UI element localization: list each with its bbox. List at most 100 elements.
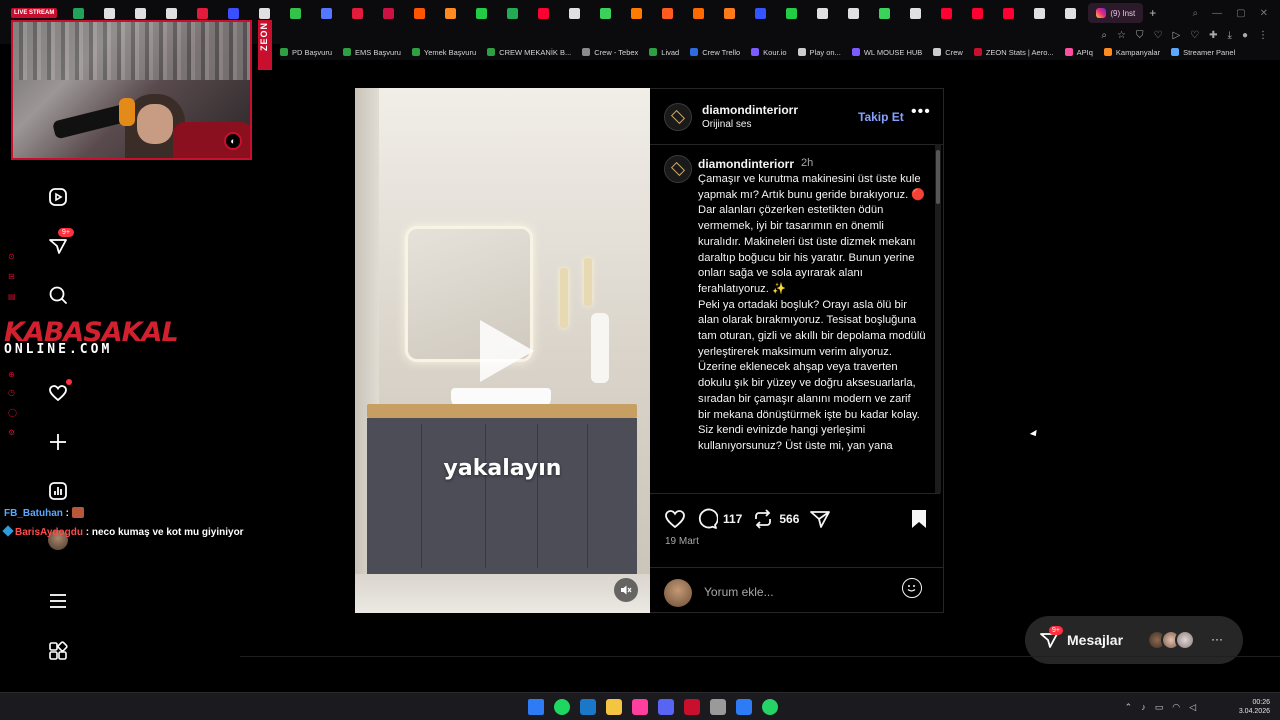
tab-favicon[interactable]: [259, 7, 271, 19]
scrollbar-thumb[interactable]: [936, 150, 940, 204]
bookmark-item[interactable]: Yemek Başvuru: [411, 48, 476, 57]
bookmark-item[interactable]: Crew: [933, 48, 963, 57]
tab-favicon[interactable]: [73, 7, 85, 19]
taskbar-app-icon[interactable]: [736, 699, 752, 715]
wifi-icon[interactable]: ◠: [1172, 702, 1180, 713]
tab-favicon[interactable]: [1003, 7, 1015, 19]
notifications-heart-icon[interactable]: [46, 379, 72, 405]
heart-icon[interactable]: ♡: [1154, 30, 1163, 41]
bookmark-item[interactable]: Kampanyalar: [1103, 48, 1160, 57]
emoji-icon[interactable]: [902, 578, 922, 598]
more-options-icon[interactable]: •••: [911, 103, 931, 121]
taskbar-app-icon[interactable]: [632, 699, 648, 715]
comment-input[interactable]: Yorum ekle...: [704, 585, 774, 599]
tab-favicon[interactable]: [135, 7, 147, 19]
tab-favicon[interactable]: [817, 7, 829, 19]
tab-favicon[interactable]: [228, 7, 240, 19]
more-menu-icon[interactable]: [46, 589, 70, 613]
tab-favicon[interactable]: [352, 7, 364, 19]
mute-icon[interactable]: [614, 578, 638, 602]
close-icon[interactable]: ✕: [1260, 8, 1268, 19]
tab-favicon[interactable]: [941, 7, 953, 19]
tab-favicon[interactable]: [879, 7, 891, 19]
search-icon[interactable]: ⌕: [1193, 8, 1199, 19]
new-tab-button[interactable]: +: [1149, 6, 1156, 20]
post-video[interactable]: yakalayın: [355, 88, 650, 613]
bookmark-item[interactable]: Crew - Tebex: [582, 48, 638, 57]
insights-icon[interactable]: [46, 479, 70, 503]
bookmark-item[interactable]: Livad: [649, 48, 679, 57]
mic-icon[interactable]: ♪: [1141, 702, 1146, 713]
tab-favicon[interactable]: [507, 7, 519, 19]
tab-instagram[interactable]: (9) Inst: [1088, 3, 1144, 23]
also-from-meta-icon[interactable]: [46, 639, 70, 663]
play-icon[interactable]: [480, 320, 534, 382]
tab-favicon[interactable]: [197, 7, 209, 19]
tab-favicon[interactable]: [166, 7, 178, 19]
taskbar-app-icon[interactable]: [554, 699, 570, 715]
tab-favicon[interactable]: [755, 7, 767, 19]
bookmark-item[interactable]: APIq: [1064, 48, 1093, 57]
profile-icon[interactable]: ●: [1242, 30, 1248, 41]
tab-favicon[interactable]: [321, 7, 333, 19]
tab-favicon[interactable]: [445, 7, 457, 19]
tab-favicon[interactable]: [786, 7, 798, 19]
bookmark-item[interactable]: CREW MEKANİK B...: [487, 48, 571, 57]
tab-favicon[interactable]: [1034, 7, 1046, 19]
display-icon[interactable]: ▭: [1155, 702, 1164, 713]
heart-outline-icon[interactable]: ♡: [1190, 30, 1199, 41]
tab-favicon[interactable]: [383, 7, 395, 19]
bookmark-star-icon[interactable]: ☆: [1117, 30, 1126, 41]
tab-favicon[interactable]: [910, 7, 922, 19]
reels-icon[interactable]: [46, 185, 70, 209]
bookmark-item[interactable]: Play on...: [797, 48, 841, 57]
bookmark-item[interactable]: Streamer Panel: [1171, 48, 1235, 57]
taskbar-app-icon[interactable]: [606, 699, 622, 715]
search-icon[interactable]: [46, 283, 70, 307]
bookmark-item[interactable]: ZEON Stats | Aero...: [973, 48, 1054, 57]
chevron-up-icon[interactable]: ⌃: [1125, 702, 1133, 713]
follow-button[interactable]: Takip Et: [858, 110, 904, 124]
zoom-icon[interactable]: ⌕: [1101, 30, 1107, 41]
tab-favicon[interactable]: [476, 7, 488, 19]
share-button[interactable]: [809, 508, 831, 530]
tab-favicon[interactable]: [848, 7, 860, 19]
taskbar-app-icon[interactable]: [528, 699, 544, 715]
maximize-icon[interactable]: ▢: [1236, 8, 1245, 19]
tab-favicon[interactable]: [414, 7, 426, 19]
bookmark-item[interactable]: Kour.io: [751, 48, 787, 57]
repost-button[interactable]: 566: [752, 508, 799, 530]
system-clock[interactable]: 00:26 3.04.2026: [1239, 698, 1270, 716]
download-icon[interactable]: ⤓: [1228, 30, 1232, 41]
caption-avatar[interactable]: [664, 155, 692, 183]
menu-icon[interactable]: ⋮: [1258, 30, 1268, 41]
volume-icon[interactable]: ◁: [1189, 702, 1196, 713]
bookmark-item[interactable]: PD Başvuru: [280, 48, 332, 57]
tab-favicon[interactable]: [693, 7, 705, 19]
play-icon[interactable]: ▷: [1172, 30, 1180, 41]
caption-username[interactable]: diamondinteriorr: [698, 157, 794, 171]
tab-favicon[interactable]: [600, 7, 612, 19]
tab-favicon[interactable]: [290, 7, 302, 19]
shield-icon[interactable]: ⛉: [1136, 30, 1144, 41]
tab-favicon[interactable]: [724, 7, 736, 19]
save-button[interactable]: [910, 509, 928, 529]
create-plus-icon[interactable]: [46, 430, 70, 454]
extensions-icon[interactable]: ✚: [1209, 30, 1217, 41]
tab-favicon[interactable]: [569, 7, 581, 19]
tab-favicon[interactable]: [538, 7, 550, 19]
taskbar-app-icon[interactable]: [658, 699, 674, 715]
tab-favicon[interactable]: [972, 7, 984, 19]
bookmark-item[interactable]: WL MOUSE HUB: [851, 48, 922, 57]
tab-favicon[interactable]: [662, 7, 674, 19]
taskbar-app-icon[interactable]: [580, 699, 596, 715]
taskbar-app-icon[interactable]: [762, 699, 778, 715]
tab-favicon[interactable]: [631, 7, 643, 19]
audio-label[interactable]: Orijinal ses: [702, 119, 751, 130]
author-username[interactable]: diamondinteriorr: [702, 103, 798, 117]
taskbar-app-icon[interactable]: [710, 699, 726, 715]
direct-icon[interactable]: 9+: [46, 228, 74, 258]
bookmark-item[interactable]: EMS Başvuru: [343, 48, 401, 57]
bookmark-item[interactable]: Crew Trello: [690, 48, 740, 57]
comment-button[interactable]: 117: [696, 508, 742, 530]
